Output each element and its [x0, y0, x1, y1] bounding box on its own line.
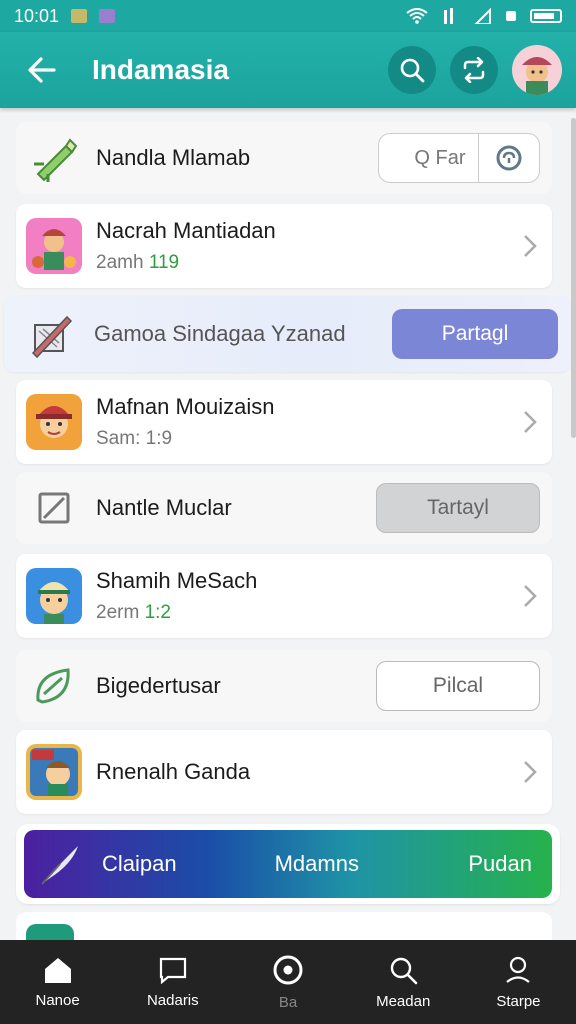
item-title: Gamoa Sindagaa Yzanad — [94, 321, 346, 346]
item-title: Nantle Muclar — [96, 495, 232, 520]
nav-home[interactable]: Nanoe — [0, 940, 115, 1024]
battery-icon — [530, 9, 562, 23]
avatar-character-icon — [522, 57, 552, 95]
action-banner: Claipan Mdamns Pudan — [16, 824, 560, 904]
item-title: Rnenalh Ganda — [96, 759, 251, 784]
shield-notification-icon — [99, 9, 116, 23]
search-button[interactable] — [388, 46, 436, 94]
list-item[interactable]: Shamih MeSach 2erm 1:2 — [16, 554, 552, 638]
cellular-icon — [474, 8, 491, 24]
sync-button[interactable] — [450, 46, 498, 94]
home-icon — [44, 957, 71, 983]
game-character-thumbnail — [26, 394, 82, 450]
content-list: Nandla Mlamab Q Far Nacrah Mantiadan 2am… — [0, 116, 576, 940]
tartayl-button[interactable]: Tartayl — [376, 483, 540, 533]
pen-tool-icon — [26, 130, 82, 186]
leaf-edit-icon — [26, 658, 82, 714]
nav-search[interactable]: Meadan — [346, 940, 461, 1024]
banner-middle-link[interactable]: Mdamns — [275, 851, 359, 877]
list-item[interactable]: Bigedertusar Pilcal — [16, 650, 552, 722]
message-icon — [159, 957, 186, 984]
nav-profile[interactable]: Starpe — [461, 940, 576, 1024]
game-character-thumbnail — [26, 924, 74, 940]
list-item-partial[interactable] — [16, 912, 552, 940]
arrow-left-icon — [28, 57, 56, 83]
radio-target-icon — [273, 955, 303, 984]
game-character-thumbnail — [26, 568, 82, 624]
nav-label: Nadaris — [146, 991, 199, 1009]
signal-icon — [444, 8, 453, 24]
filter-search-field[interactable]: Q Far — [378, 133, 540, 183]
chevron-right-icon — [520, 409, 540, 435]
profile-avatar[interactable] — [512, 45, 562, 95]
item-version: 119 — [148, 252, 180, 273]
item-subtitle: 2erm — [96, 602, 145, 623]
list-item[interactable]: Nandla Mlamab Q Far — [16, 122, 552, 194]
list-item[interactable]: Mafnan Mouizaisn Sam: 1:9 — [16, 380, 552, 464]
notification-icon — [71, 9, 88, 23]
search-pill-text: Q Far — [414, 146, 466, 169]
item-title: Mafnan Mouizaisn — [96, 394, 275, 419]
sync-icon — [463, 57, 485, 83]
nav-label: Starpe — [496, 992, 541, 1010]
edit-square-icon — [26, 480, 82, 536]
wifi-icon — [406, 8, 428, 24]
pilcal-button[interactable]: Pilcal — [376, 661, 540, 711]
item-title: Bigedertusar — [96, 673, 221, 698]
chevron-right-icon — [520, 233, 540, 259]
item-subtitle: Sam: 1:9 — [96, 428, 173, 449]
chevron-right-icon — [520, 759, 540, 785]
status-square-icon — [506, 11, 516, 21]
list-item[interactable]: Nacrah Mantiadan 2amh 119 — [16, 204, 552, 288]
search-icon — [391, 957, 418, 984]
page-title: Indamasia — [92, 54, 229, 85]
quill-pen-icon — [41, 846, 78, 885]
game-character-thumbnail — [26, 744, 82, 800]
document-pen-icon — [24, 306, 80, 362]
chevron-right-icon — [520, 583, 540, 609]
status-bar: 10:01 — [0, 0, 576, 32]
scrollbar[interactable] — [571, 118, 576, 438]
list-item[interactable]: Nantle Muclar Tartayl — [16, 472, 552, 544]
list-item-selected[interactable]: Gamoa Sindagaa Yzanad Partagl — [4, 296, 570, 372]
list-item[interactable]: Rnenalh Ganda — [16, 730, 552, 814]
partagl-button[interactable]: Partagl — [392, 309, 558, 359]
item-title: Nandla Mlamab — [96, 145, 251, 170]
back-button[interactable] — [14, 42, 70, 98]
nav-messages[interactable]: Nadaris — [115, 940, 230, 1024]
status-time: 10:01 — [14, 5, 60, 26]
nav-center[interactable]: Ba — [230, 940, 345, 1024]
bottom-navigation: Nanoe Nadaris Ba Meadan Starpe — [0, 940, 576, 1024]
game-character-thumbnail — [26, 218, 82, 274]
sync-circle-icon[interactable] — [479, 144, 539, 172]
nav-label: Ba — [278, 993, 298, 1011]
banner-left-link[interactable]: Claipan — [102, 851, 177, 877]
banner-right-link[interactable]: Pudan — [468, 851, 532, 877]
item-version: 1:2 — [144, 602, 171, 623]
app-bar: Indamasia — [0, 32, 576, 108]
profile-icon — [506, 956, 531, 983]
item-title: Shamih MeSach — [96, 568, 258, 593]
nav-label: Nanoe — [35, 991, 80, 1009]
item-subtitle: 2amh — [96, 252, 149, 273]
item-title: Nacrah Mantiadan — [96, 218, 276, 243]
search-icon — [400, 58, 425, 83]
nav-label: Meadan — [376, 992, 431, 1010]
